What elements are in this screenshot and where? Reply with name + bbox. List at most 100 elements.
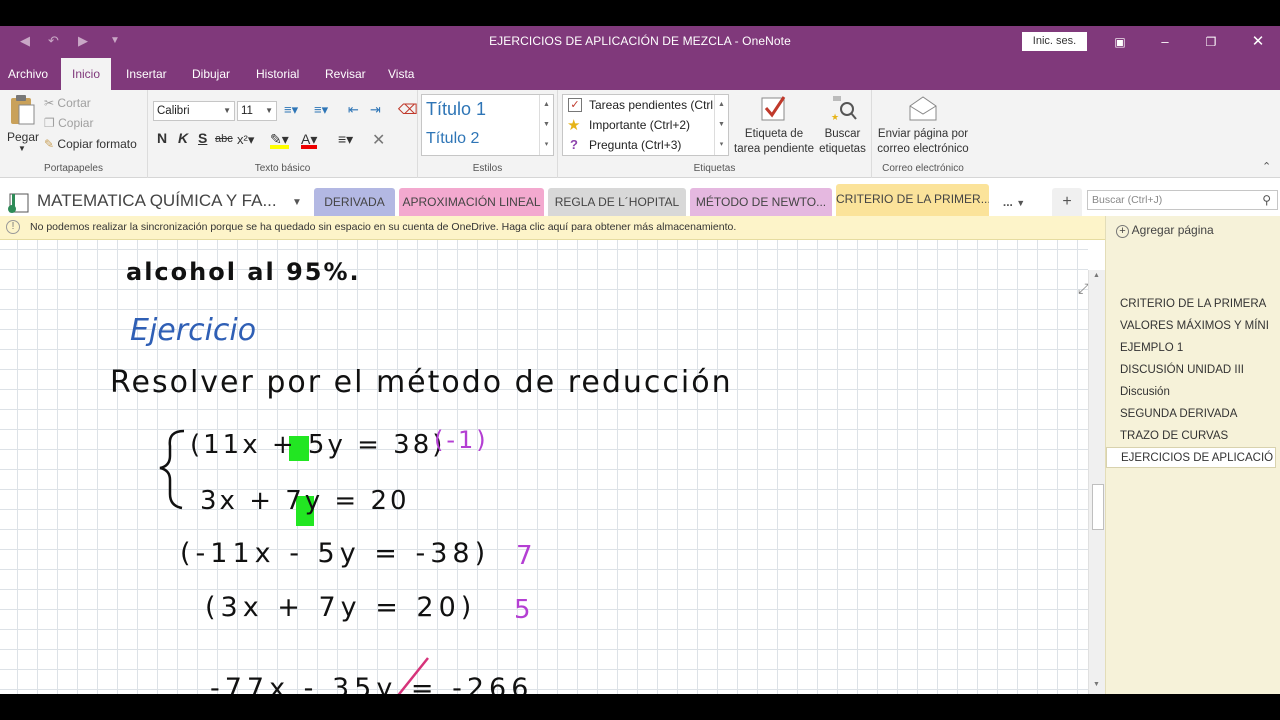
page-item[interactable]: CRITERIO DE LA PRIMERA <box>1120 298 1266 310</box>
scrollbar-thumb[interactable] <box>1092 484 1104 530</box>
restore-icon[interactable]: ❐ <box>1199 31 1223 53</box>
clipboard-group-label: Portapapeles <box>44 163 103 174</box>
scroll-up-icon[interactable]: ▲ <box>1093 272 1100 279</box>
style-heading1[interactable]: Título 1 <box>426 99 486 120</box>
cut-button[interactable]: ✂ Cortar <box>44 96 91 110</box>
tab-archivo[interactable]: Archivo <box>0 58 58 90</box>
delete-icon[interactable]: ✕ <box>372 130 385 150</box>
ribbon: Pegar ▼ ✂ Cortar ❐ Copiar ✎ Copiar forma… <box>0 90 1280 178</box>
format-painter-button[interactable]: ✎ Copiar formato <box>44 137 137 151</box>
page-list: + Agregar página CRITERIO DE LA PRIMERA … <box>1105 216 1280 694</box>
tag-todo[interactable]: Tareas pendientes (Ctrl <box>589 98 713 112</box>
section-tab-derivada[interactable]: DERIVADA <box>314 188 395 216</box>
tab-inicio[interactable]: Inicio <box>61 58 111 90</box>
tab-historial[interactable]: Historial <box>246 58 309 90</box>
ink-multiplier-3: 7 <box>516 541 533 571</box>
email-group-label: Correo electrónico <box>882 163 964 174</box>
tab-vista[interactable]: Vista <box>378 58 424 90</box>
italic-button[interactable]: K <box>178 130 188 146</box>
page-item[interactable]: TRAZO DE CURVAS <box>1120 430 1228 442</box>
styles-gallery: Título 1 Título 2 ▲ ▼ ▾ <box>421 94 554 156</box>
back-icon[interactable]: ◀ <box>20 33 30 49</box>
font-family-select[interactable]: Calibri ▼ <box>153 101 235 121</box>
email-page-button[interactable]: Enviar página por correo electrónico <box>872 94 974 157</box>
ink-canvas[interactable]: alcohol al 95%. Ejercicio Resolver por e… <box>0 240 1088 694</box>
style-heading2[interactable]: Título 2 <box>426 130 479 148</box>
page-item[interactable]: Discusión <box>1120 386 1170 398</box>
clear-formatting-icon[interactable]: ⌫ <box>398 101 418 118</box>
styles-scroll[interactable]: ▲ ▼ ▾ <box>539 95 553 155</box>
chevron-down-icon[interactable]: ▼ <box>540 115 553 135</box>
subscript-icon[interactable]: x²▾ <box>237 132 254 148</box>
search-icon[interactable]: ⚲ <box>1262 191 1271 209</box>
section-tab-regla-hopital[interactable]: REGLA DE L´HOPITAL <box>548 188 686 216</box>
chevron-up-icon[interactable]: ▲ <box>540 95 553 115</box>
add-section-icon[interactable]: + <box>1052 188 1082 216</box>
ink-equation-4: (3x + 7y = 20) <box>205 592 476 623</box>
section-tab-metodo-newton[interactable]: MÉTODO DE NEWTO... <box>690 188 832 216</box>
notebook-dropdown-icon[interactable]: ▼ <box>292 197 302 208</box>
signin-button[interactable]: Inic. ses. <box>1022 32 1087 51</box>
scroll-down-icon[interactable]: ▼ <box>1093 681 1100 688</box>
question-icon: ? <box>570 137 578 152</box>
page-item[interactable]: VALORES MÁXIMOS Y MÍNI <box>1120 320 1269 332</box>
todo-check-icon <box>761 96 786 121</box>
paste-icon[interactable] <box>8 94 36 126</box>
font-size-select[interactable]: 11 ▼ <box>237 101 277 121</box>
todo-tag-button[interactable]: Etiqueta de tarea pendiente <box>730 94 818 157</box>
decrease-indent-icon[interactable]: ⇤ <box>348 102 359 118</box>
search-input[interactable]: Buscar (Ctrl+J) ⚲ <box>1087 190 1278 210</box>
page-item[interactable]: DISCUSIÓN UNIDAD III <box>1120 364 1244 376</box>
paste-dropdown-icon[interactable]: ▼ <box>18 144 26 153</box>
more-sections-button[interactable]: ... ▼ <box>994 188 1034 216</box>
star-icon: ★ <box>567 117 581 134</box>
close-icon[interactable]: ✕ <box>1246 31 1270 53</box>
page-item[interactable]: SEGUNDA DERIVADA <box>1120 408 1237 420</box>
copy-button[interactable]: ❐ Copiar <box>44 116 93 130</box>
chevron-down-icon[interactable]: ▼ <box>715 115 728 135</box>
undo-icon[interactable]: ↶ <box>48 33 59 49</box>
numbering-icon[interactable]: ≡▾ <box>314 102 328 118</box>
tags-gallery: ✓ Tareas pendientes (Ctrl ★ Importante (… <box>562 94 729 156</box>
increase-indent-icon[interactable]: ⇥ <box>370 102 381 118</box>
page-item-selected[interactable]: EJERCICIOS DE APLICACIÓ <box>1106 447 1276 468</box>
tab-insertar[interactable]: Insertar <box>116 58 177 90</box>
ribbon-display-icon[interactable]: ▣ <box>1108 31 1132 53</box>
page-canvas[interactable]: alcohol al 95%. Ejercicio Resolver por e… <box>0 240 1088 694</box>
notebook-title[interactable]: MATEMATICA QUÍMICA Y FA... <box>37 191 277 211</box>
find-tags-button[interactable]: ★ Buscar etiquetas <box>815 94 870 157</box>
underline-button[interactable]: S <box>198 130 207 146</box>
customize-qat-icon[interactable]: ▼ <box>110 35 120 46</box>
bullets-icon[interactable]: ≡▾ <box>284 102 298 118</box>
tag-important[interactable]: Importante (Ctrl+2) <box>589 118 690 132</box>
menu-bar: Archivo Inicio Insertar Dibujar Historia… <box>0 58 1280 90</box>
add-page-button[interactable]: + Agregar página <box>1116 223 1214 238</box>
page-item[interactable]: EJEMPLO 1 <box>1120 342 1183 354</box>
highlight-icon[interactable]: ✎▾ <box>270 131 289 149</box>
collapse-ribbon-icon[interactable]: ⌃ <box>1262 160 1271 173</box>
section-tab-aproximacion-lineal[interactable]: APROXIMACIÓN LINEAL <box>399 188 544 216</box>
ink-brace <box>159 429 185 510</box>
more-icon[interactable]: ▾ <box>540 135 553 154</box>
forward-icon[interactable]: ▶ <box>78 33 88 49</box>
ink-instruction: Resolver por el método de reducción <box>110 365 733 400</box>
expand-icon[interactable]: ⤢ <box>1078 280 1088 297</box>
align-icon[interactable]: ≡▾ <box>338 131 353 148</box>
notebook-icon[interactable] <box>6 192 32 214</box>
minimize-icon[interactable]: – <box>1153 31 1177 53</box>
sync-warning-banner[interactable]: ! No podemos realizar la sincronización … <box>0 216 1105 240</box>
title-bar: ◀ ↶ ▶ ▼ EJERCICIOS DE APLICACIÓN DE MEZC… <box>0 26 1280 58</box>
tags-scroll[interactable]: ▲ ▼ ▾ <box>714 95 728 155</box>
section-tab-criterio-primera[interactable]: CRITERIO DE LA PRIMER... <box>836 184 989 216</box>
sync-warning-text[interactable]: No podemos realizar la sincronización po… <box>30 221 736 233</box>
tab-revisar[interactable]: Revisar <box>315 58 376 90</box>
bold-button[interactable]: N <box>157 130 167 146</box>
font-color-icon[interactable]: A▾ <box>301 131 318 149</box>
chevron-up-icon[interactable]: ▲ <box>715 95 728 115</box>
paste-button[interactable]: Pegar <box>7 130 39 144</box>
tag-question[interactable]: Pregunta (Ctrl+3) <box>589 138 681 152</box>
page-scrollbar[interactable]: ▲ ▼ <box>1088 270 1105 694</box>
tab-dibujar[interactable]: Dibujar <box>182 58 240 90</box>
strikethrough-icon[interactable]: abc <box>215 133 233 145</box>
more-icon[interactable]: ▾ <box>715 135 728 154</box>
